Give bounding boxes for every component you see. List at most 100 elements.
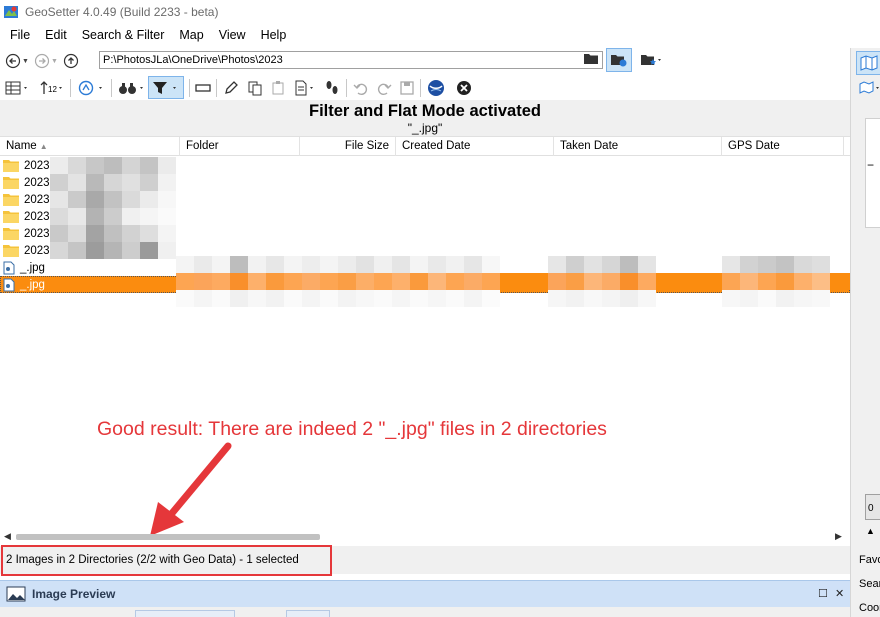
forward-dropdown-icon[interactable]: ▼	[51, 58, 58, 65]
forward-button[interactable]	[33, 52, 51, 70]
paste-icon	[272, 81, 284, 95]
right-side-panel: − 0 ▲ Favo Sear Coor	[850, 48, 880, 617]
undo-icon	[353, 83, 368, 96]
paste-data-button[interactable]	[271, 78, 287, 98]
copy-icon	[248, 81, 262, 96]
side-label-search[interactable]: Sear	[859, 578, 880, 590]
up-button[interactable]	[62, 52, 80, 70]
scrollbar-thumb[interactable]	[16, 534, 320, 540]
grid-view-icon	[5, 81, 27, 95]
cancel-button[interactable]	[456, 78, 472, 98]
toolbar-separator	[216, 79, 217, 97]
row-name: _.jpg	[20, 278, 45, 291]
menu-search-filter[interactable]: Search & Filter	[72, 28, 170, 42]
menu-file[interactable]: File	[0, 28, 35, 42]
file-list: 2023-( 2023-( 2023-( 2023-( 2023-( 2023-…	[0, 157, 850, 527]
image-file-icon	[3, 261, 15, 274]
preview-control[interactable]	[286, 610, 330, 617]
up-arrow-icon	[63, 53, 78, 69]
undo-button[interactable]	[353, 78, 369, 98]
column-created-date[interactable]: Created Date	[396, 137, 554, 156]
sort-icon: 12	[40, 81, 62, 94]
favorite-folder-icon	[641, 55, 661, 65]
save-disk-icon	[400, 81, 414, 95]
title-bar: GeoSetter 4.0.49 (Build 2233 - beta)	[0, 0, 880, 24]
redacted-folder-names	[50, 157, 176, 259]
sync-icon	[78, 80, 102, 96]
image-preview-title: Image Preview	[32, 587, 116, 601]
folder-icon	[3, 160, 19, 172]
redo-button[interactable]	[376, 78, 392, 98]
google-earth-button[interactable]	[427, 78, 445, 98]
column-taken-date[interactable]: Taken Date	[554, 137, 722, 156]
save-button[interactable]	[399, 78, 415, 98]
menu-view[interactable]: View	[209, 28, 251, 42]
image-preview-header: Image Preview ☐ ✕	[0, 580, 850, 607]
expand-icon[interactable]: −	[867, 158, 874, 172]
close-circle-icon	[457, 81, 471, 95]
preview-control[interactable]	[135, 610, 235, 617]
banner-title: Filter and Flat Mode activated	[309, 102, 541, 120]
image-preview-toolbar	[0, 607, 850, 617]
document-button[interactable]	[294, 78, 320, 98]
side-label-favorites[interactable]: Favo	[859, 554, 880, 566]
column-folder[interactable]: Folder	[180, 137, 300, 156]
toolbar-separator	[111, 79, 112, 97]
pencil-icon	[225, 81, 238, 94]
address-input[interactable]: P:\PhotosJLa\OneDrive\Photos\2023	[99, 51, 603, 69]
favorite-folder-button[interactable]	[640, 52, 664, 71]
side-label-coordinates[interactable]: Coor	[859, 602, 880, 614]
map-options-icon[interactable]	[859, 81, 880, 98]
toolbar-separator	[346, 79, 347, 97]
edit-data-button[interactable]	[223, 78, 239, 98]
copy-data-button[interactable]	[247, 78, 263, 98]
flat-mode-button[interactable]	[606, 48, 632, 72]
menu-edit[interactable]: Edit	[35, 28, 72, 42]
menu-map[interactable]: Map	[169, 28, 208, 42]
status-highlight-box	[1, 545, 332, 576]
main-toolbar: 12	[0, 76, 850, 100]
filter-button[interactable]	[148, 76, 184, 99]
column-name[interactable]: Name ▲	[0, 137, 180, 156]
back-dropdown-icon[interactable]: ▼	[22, 58, 29, 65]
document-icon	[295, 80, 313, 96]
side-panel-content	[865, 118, 880, 228]
browse-folder-icon[interactable]	[583, 52, 599, 69]
rename-field-button[interactable]	[195, 78, 211, 98]
map-panel-button[interactable]	[856, 51, 880, 75]
footprints-button[interactable]	[324, 78, 340, 98]
globe-icon	[428, 80, 444, 96]
sync-button[interactable]	[78, 78, 108, 98]
scroll-left-icon[interactable]: ◀	[4, 531, 11, 542]
maximize-icon[interactable]: ☐	[818, 587, 828, 600]
filter-funnel-icon	[153, 81, 176, 94]
folder-icon	[3, 245, 19, 257]
folder-icon	[3, 211, 19, 223]
find-button[interactable]	[118, 78, 148, 98]
toolbar-separator	[189, 79, 190, 97]
view-mode-button[interactable]	[5, 78, 31, 98]
footprints-icon	[326, 81, 338, 94]
side-up-arrow-icon[interactable]: ▲	[866, 526, 875, 536]
sort-button[interactable]: 12	[40, 78, 66, 98]
redacted-file-details	[176, 256, 850, 308]
close-icon[interactable]: ✕	[835, 587, 844, 600]
back-button[interactable]	[4, 52, 22, 70]
image-preview-icon	[6, 586, 26, 602]
horizontal-scrollbar[interactable]: ◀ ▶	[0, 530, 850, 544]
filter-banner: Filter and Flat Mode activated "_.jpg"	[0, 100, 850, 136]
scroll-right-icon[interactable]: ▶	[835, 531, 842, 542]
back-arrow-icon	[5, 53, 21, 69]
app-logo-icon	[4, 6, 18, 18]
image-file-icon	[3, 278, 15, 291]
toolbar-separator	[70, 79, 71, 97]
sort-ascending-icon: ▲	[39, 142, 48, 151]
address-bar: ▼ ▼ P:\PhotosJLa\OneDrive\Photos\2023	[0, 48, 850, 74]
column-file-size[interactable]: File Size	[300, 137, 396, 156]
window-title: GeoSetter 4.0.49 (Build 2233 - beta)	[25, 5, 219, 19]
forward-arrow-icon	[34, 53, 50, 69]
binoculars-icon	[119, 83, 143, 94]
column-gps-date[interactable]: GPS Date	[722, 137, 844, 156]
menu-help[interactable]: Help	[251, 28, 292, 42]
toolbar-separator	[420, 79, 421, 97]
